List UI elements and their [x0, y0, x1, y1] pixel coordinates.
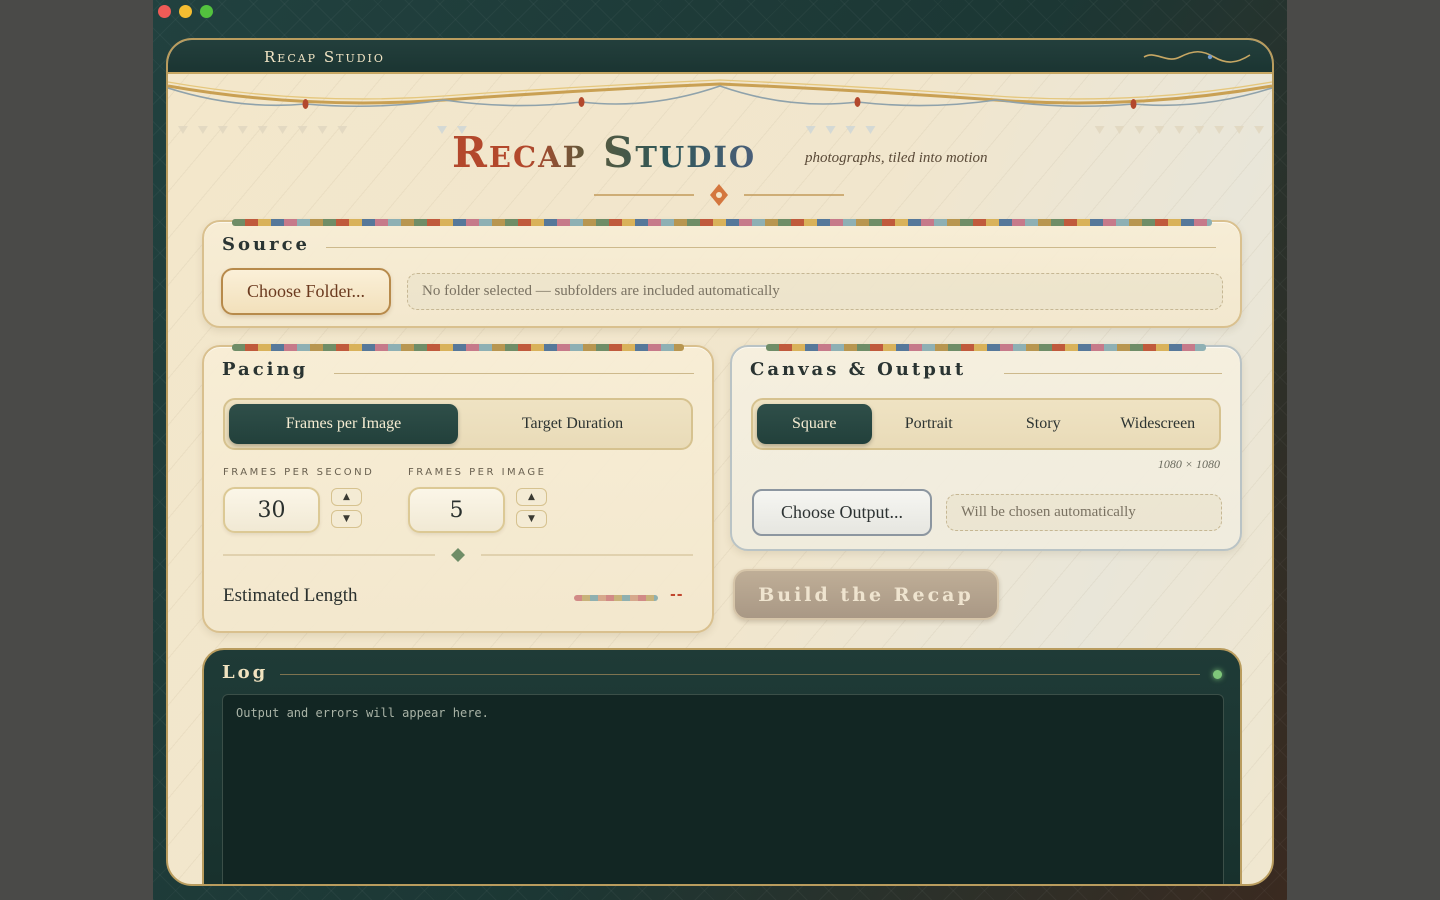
source-panel: Source Choose Folder... No folder select… [202, 219, 1242, 328]
fps-increment-button[interactable]: ▲ [331, 488, 362, 506]
canvas-output-panel: Canvas & Output Square Portrait Story Wi… [730, 344, 1242, 551]
estimated-length-value: -- [670, 587, 684, 603]
canvas-output-heading: Canvas & Output [750, 359, 967, 380]
fpi-input[interactable]: 5 [408, 487, 505, 533]
fpi-decrement-button[interactable]: ▼ [516, 510, 547, 528]
choose-folder-button[interactable]: Choose Folder... [221, 268, 391, 315]
fps-input[interactable]: 30 [223, 487, 320, 533]
canvas-format-toggle: Square Portrait Story Widescreen [751, 398, 1221, 450]
source-heading: Source [222, 234, 310, 255]
tab-portrait[interactable]: Portrait [872, 404, 987, 444]
panel-divider [1004, 373, 1222, 374]
zoom-window-button[interactable] [200, 5, 213, 18]
tab-frames-per-image[interactable]: Frames per Image [229, 404, 458, 444]
tab-square[interactable]: Square [757, 404, 872, 444]
log-output[interactable]: Output and errors will appear here. [222, 694, 1224, 884]
panel-divider [334, 373, 694, 374]
fps-stepper: ▲ ▼ [331, 488, 362, 528]
pacing-mode-toggle: Frames per Image Target Duration [223, 398, 693, 450]
tab-widescreen[interactable]: Widescreen [1101, 404, 1216, 444]
tab-story[interactable]: Story [986, 404, 1101, 444]
estimated-length-label: Estimated Length [223, 585, 358, 606]
pacing-panel: Pacing Frames per Image Target Duration … [202, 344, 714, 633]
app-window: Recap Studio Recap Studio photographs, t… [153, 0, 1287, 900]
status-indicator-icon [1213, 670, 1222, 679]
panel-divider [326, 247, 1216, 248]
app-titlebar: Recap Studio [168, 40, 1272, 74]
close-window-button[interactable] [158, 5, 171, 18]
page-title: Recap Studio [452, 128, 757, 177]
folder-path-field[interactable]: No folder selected — subfolders are incl… [407, 273, 1223, 310]
log-panel: Log Output and errors will appear here. [202, 648, 1242, 884]
fpi-stepper: ▲ ▼ [516, 488, 547, 528]
panel-stripe [232, 219, 1212, 226]
build-recap-button[interactable]: Build the Recap [733, 569, 999, 620]
page-tagline: photographs, tiled into motion [805, 150, 988, 166]
choose-output-button[interactable]: Choose Output... [752, 489, 932, 536]
log-heading: Log [222, 662, 269, 683]
fps-decrement-button[interactable]: ▼ [331, 510, 362, 528]
canvas-size-note: 1080 × 1080 [1157, 457, 1220, 471]
fpi-label: FRAMES PER IMAGE [408, 467, 547, 478]
pacing-heading: Pacing [222, 359, 309, 380]
titlebar-app-name: Recap Studio [264, 48, 385, 66]
minimize-window-button[interactable] [179, 5, 192, 18]
panel-stripe [766, 344, 1206, 351]
hero-header: Recap Studio photographs, tiled into mot… [168, 128, 1272, 228]
app-frame: Recap Studio Recap Studio photographs, t… [166, 38, 1274, 886]
panel-stripe [232, 344, 684, 351]
window-controls [158, 5, 213, 18]
estimated-length-bar [574, 595, 658, 601]
fps-label: FRAMES PER SECOND [223, 467, 375, 478]
diamond-divider-icon [223, 548, 693, 562]
log-divider [280, 674, 1200, 675]
diamond-ornament-icon [594, 184, 844, 206]
tab-target-duration[interactable]: Target Duration [458, 404, 687, 444]
flourish-icon [1143, 50, 1251, 63]
output-path-field[interactable]: Will be chosen automatically [946, 494, 1222, 531]
fpi-increment-button[interactable]: ▲ [516, 488, 547, 506]
